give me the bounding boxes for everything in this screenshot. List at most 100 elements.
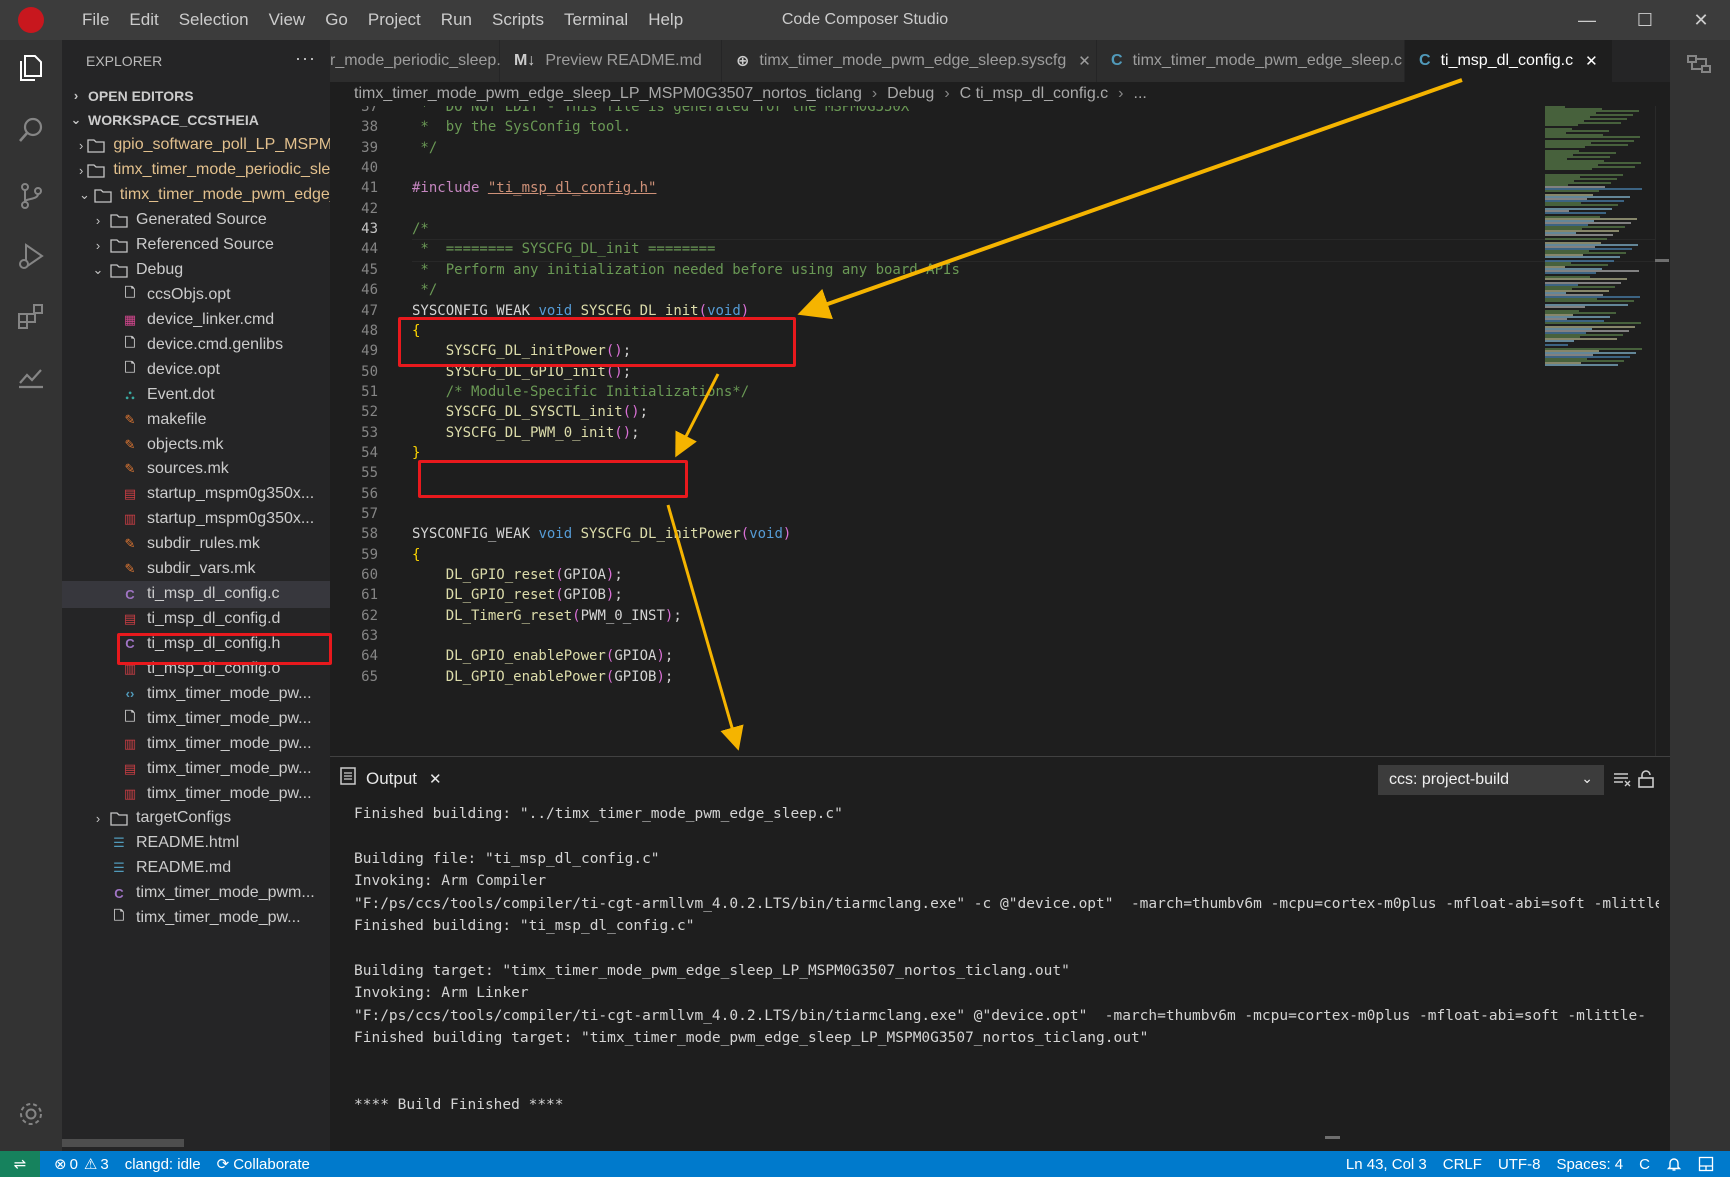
code-line[interactable]: 58 SYSCONFIG_WEAK void SYSCFG_DL_initPowe… — [330, 523, 1655, 546]
code-line[interactable]: 53 SYSCFG_DL_PWM_0_init(); — [330, 422, 1655, 445]
close-tab-icon[interactable]: ✕ — [1078, 52, 1091, 70]
editor-tab[interactable]: r_mode_periodic_sleep.c — [330, 40, 509, 82]
code-line[interactable]: 45 * Perform any initialization needed b… — [330, 259, 1655, 282]
tree-file[interactable]: ☰ README.md — [62, 855, 330, 882]
indentation[interactable]: Spaces: 4 — [1548, 1156, 1631, 1173]
chevron-right-icon[interactable]: › — [68, 88, 84, 103]
tree-file[interactable]: 🗋 ccsObjs.opt — [62, 281, 330, 308]
tree-file[interactable]: ✎ sources.mk — [62, 456, 330, 483]
language-mode[interactable]: C — [1631, 1156, 1658, 1173]
explorer-icon[interactable] — [13, 50, 49, 86]
tree-file[interactable]: 🗋 timx_timer_mode_pw... — [62, 905, 330, 932]
editor-vertical-scrollbar[interactable] — [1655, 106, 1669, 756]
search-icon[interactable] — [13, 112, 49, 148]
chevron-right-icon[interactable]: › — [90, 811, 106, 826]
chevron-down-icon[interactable]: ⌄ — [79, 187, 90, 203]
breadcrumb-item[interactable]: C ti_msp_dl_config.c — [960, 85, 1109, 103]
section-workspace-ccstheia[interactable]: ⌄ WORKSPACE_CCSTHEIA — [62, 107, 330, 134]
tree-folder[interactable]: › Referenced Source — [62, 232, 330, 259]
close-tab-icon[interactable]: ✕ — [1585, 52, 1598, 70]
editor-tab[interactable]: M↓ Preview README.md — [500, 40, 722, 82]
lock-scroll-icon[interactable] — [1636, 769, 1656, 789]
close-output-tab-icon[interactable]: ✕ — [429, 770, 442, 788]
tree-file[interactable]: ▦ device_linker.cmd — [62, 306, 330, 333]
menu-item-view[interactable]: View — [259, 0, 316, 40]
menu-item-file[interactable]: File — [72, 0, 119, 40]
sidebar-horizontal-scrollbar[interactable] — [62, 1139, 184, 1147]
editor-tab[interactable]: Cti_msp_dl_config.c ✕ — [1405, 40, 1613, 82]
tree-file[interactable]: ✎ makefile — [62, 406, 330, 433]
breadcrumb-item[interactable]: timx_timer_mode_pwm_edge_sleep_LP_MSPM0G… — [354, 85, 862, 103]
clangd-status[interactable]: clangd: idle — [117, 1156, 209, 1173]
menu-item-project[interactable]: Project — [358, 0, 431, 40]
tree-file[interactable]: ✎ objects.mk — [62, 431, 330, 458]
code-line[interactable]: 65 DL_GPIO_enablePower(GPIOB); — [330, 666, 1655, 689]
line-ending[interactable]: CRLF — [1435, 1156, 1490, 1173]
extensions-icon[interactable] — [13, 298, 49, 334]
chevron-right-icon[interactable]: › — [79, 138, 83, 153]
tree-file[interactable]: ▥ timx_timer_mode_pw... — [62, 730, 330, 757]
tree-file[interactable]: 🗋 timx_timer_mode_pw... — [62, 705, 330, 732]
code-line[interactable]: 62 DL_TimerG_reset(PWM_0_INST); — [330, 605, 1655, 628]
code-line[interactable]: 51 /* Module-Specific Initializations*/ — [330, 381, 1655, 404]
tree-file[interactable]: 🗋 device.cmd.genlibs — [62, 331, 330, 358]
tree-folder[interactable]: ⌄ Debug — [62, 257, 330, 284]
tree-file[interactable]: Cti_msp_dl_config.c — [62, 580, 330, 608]
breadcrumb-item[interactable]: Debug — [887, 85, 934, 103]
tree-file[interactable]: ‹› timx_timer_mode_pw... — [62, 680, 330, 707]
code-line[interactable]: 43 /* — [330, 218, 1655, 241]
code-line[interactable]: 46 */ — [330, 279, 1655, 302]
code-line[interactable]: 52 SYSCFG_DL_SYSCTL_init(); — [330, 401, 1655, 424]
breadcrumb-item[interactable]: ... — [1134, 85, 1147, 103]
chevron-right-icon[interactable]: › — [79, 163, 83, 178]
file-encoding[interactable]: UTF-8 — [1490, 1156, 1549, 1173]
menu-item-scripts[interactable]: Scripts — [482, 0, 554, 40]
tree-folder[interactable]: › Generated Source — [62, 207, 330, 234]
maximize-button[interactable]: ☐ — [1616, 0, 1674, 40]
code-line[interactable]: 63 — [330, 625, 1655, 648]
remote-indicator[interactable]: ⇌ — [0, 1151, 40, 1177]
settings-icon[interactable] — [13, 1096, 49, 1132]
code-line[interactable]: 60 DL_GPIO_reset(GPIOA); — [330, 564, 1655, 587]
tree-file[interactable]: ☰ README.html — [62, 830, 330, 857]
editor-tab[interactable]: ⊕ timx_timer_mode_pwm_edge_sleep.syscfg ✕ — [722, 40, 1097, 82]
more-actions-icon[interactable]: ··· — [295, 48, 316, 69]
analytics-icon[interactable] — [13, 358, 49, 394]
menu-item-selection[interactable]: Selection — [169, 0, 259, 40]
output-scroll-thumb[interactable] — [1325, 1136, 1340, 1139]
chevron-right-icon[interactable]: › — [90, 238, 106, 253]
code-line[interactable]: 41 #include "ti_msp_dl_config.h" — [330, 177, 1655, 200]
clear-output-icon[interactable] — [1612, 769, 1632, 789]
code-line[interactable]: 61 DL_GPIO_reset(GPIOB); — [330, 584, 1655, 607]
minimize-button[interactable]: — — [1558, 0, 1616, 40]
output-text[interactable]: Finished building: "../timx_timer_mode_p… — [354, 803, 1659, 1148]
menu-item-run[interactable]: Run — [431, 0, 482, 40]
output-channel-select[interactable]: ccs: project-build ⌄ — [1378, 765, 1604, 795]
chevron-right-icon[interactable]: › — [90, 213, 106, 228]
tab-output[interactable]: Output ✕ — [340, 767, 442, 790]
code-line[interactable]: 44 * ======== SYSCFG_DL_init ======== — [330, 238, 1655, 261]
code-line[interactable]: 59 { — [330, 544, 1655, 567]
menu-item-edit[interactable]: Edit — [119, 0, 168, 40]
menu-item-go[interactable]: Go — [315, 0, 358, 40]
tree-file[interactable]: ▤ startup_mspm0g350x... — [62, 481, 330, 508]
cursor-position[interactable]: Ln 43, Col 3 — [1338, 1156, 1435, 1173]
minimap[interactable] — [1540, 106, 1655, 756]
outline-icon[interactable] — [1684, 50, 1716, 82]
section-open-editors[interactable]: › OPEN EDITORS — [62, 82, 330, 109]
menu-item-terminal[interactable]: Terminal — [554, 0, 638, 40]
tree-file[interactable]: ✎ subdir_vars.mk — [62, 556, 330, 583]
code-line[interactable]: 38 * by the SysConfig tool. — [330, 116, 1655, 139]
editor-tab[interactable]: Ctimx_timer_mode_pwm_edge_sleep.c — [1097, 40, 1405, 82]
editor-scroll-thumb[interactable] — [1655, 259, 1669, 262]
tree-folder[interactable]: › targetConfigs — [62, 805, 330, 832]
chevron-down-icon[interactable]: ⌄ — [68, 112, 84, 128]
close-window-button[interactable]: ✕ — [1672, 0, 1730, 40]
menu-item-help[interactable]: Help — [638, 0, 693, 40]
code-editor[interactable]: 37 * DO NOT EDIT - This file is generate… — [330, 106, 1655, 756]
tree-file[interactable]: ✎ subdir_rules.mk — [62, 531, 330, 558]
tree-file[interactable]: ▥ startup_mspm0g350x... — [62, 506, 330, 533]
tree-file[interactable]: ▥ timx_timer_mode_pw... — [62, 780, 330, 807]
tree-file[interactable]: Ctimx_timer_mode_pwm... — [62, 880, 330, 907]
run-debug-icon[interactable] — [13, 238, 49, 274]
